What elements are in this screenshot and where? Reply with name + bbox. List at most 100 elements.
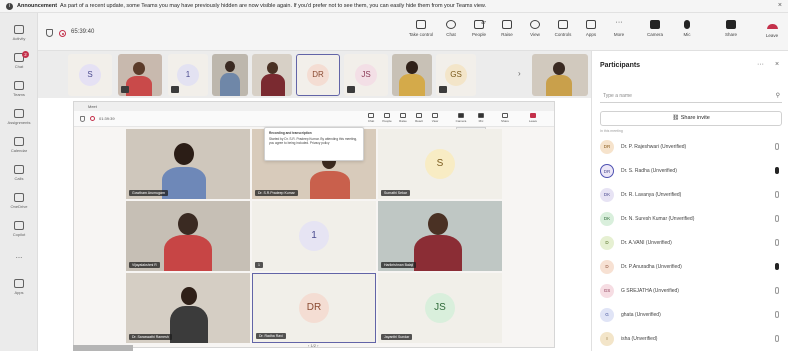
participant-row[interactable]: G ghata (Unverified) (598, 305, 784, 325)
avatar: D (600, 260, 614, 274)
strip-tile[interactable]: JS (344, 54, 388, 96)
mic-button[interactable]: Mic (674, 18, 700, 46)
rail-label: OneDrive (10, 204, 28, 209)
mic-icon (478, 113, 484, 118)
view-button[interactable]: View (522, 18, 548, 46)
share-icon (502, 113, 508, 118)
video-tile[interactable]: Gowtham Arumugam (126, 129, 250, 199)
take-control-button[interactable]: Take control (408, 18, 434, 46)
participant-row[interactable]: DR Dr. S. Radha (Unverified) (598, 161, 784, 181)
share-button[interactable]: Share (718, 18, 744, 46)
participant-row[interactable]: I isha (Unverified) (598, 329, 784, 349)
apps-icon (14, 279, 24, 288)
camera-button[interactable]: Camera (642, 18, 668, 46)
rail-item-apps[interactable]: Apps (0, 277, 38, 301)
video-tile[interactable]: JS Jayanthi Sundar (378, 273, 502, 343)
control-label: Share (500, 119, 509, 123)
avatar: JS (425, 293, 455, 323)
control-label: View (530, 32, 540, 37)
strip-tile[interactable]: GS (436, 54, 476, 96)
video-tile[interactable]: Vijayalakshmi R (126, 201, 250, 271)
raise-hand-button[interactable]: Raise (494, 18, 520, 46)
strip-tile[interactable] (532, 54, 588, 96)
controls-icon (558, 20, 568, 29)
announcement-banner: i Announcement As part of a recent updat… (0, 0, 788, 13)
control-label: React (415, 119, 423, 123)
rail-item-teams[interactable]: Teams (0, 79, 38, 103)
participant-name: Sumathi Sekar (381, 190, 410, 196)
rail-item-assignments[interactable]: Assignments (0, 107, 38, 131)
take-control-icon (416, 20, 426, 29)
more-icon: ... (15, 251, 23, 260)
avatar: DR (307, 64, 329, 86)
link-icon: ⛓ (672, 115, 680, 121)
chevron-right-icon[interactable]: › (518, 69, 521, 78)
apps-button[interactable]: Apps (578, 18, 604, 46)
shield-icon (80, 116, 85, 122)
people-button[interactable]: 47 People (466, 18, 492, 46)
participant-row[interactable]: GS G SREJATHA (Unverified) (598, 281, 784, 301)
shared-share-control: Share (498, 113, 512, 126)
strip-tile[interactable] (118, 54, 162, 96)
leave-button[interactable]: Leave (760, 21, 784, 45)
video-tile[interactable]: 1 1 (252, 201, 376, 271)
participant-row[interactable]: D Dr. A.VANI (Unverified) (598, 233, 784, 253)
strip-tile[interactable]: 1 (168, 54, 208, 96)
rail-label: Copilot (12, 232, 26, 237)
video-tile[interactable]: Harikrishnan Balaji (378, 201, 502, 271)
search-icon: ⚲ (775, 93, 780, 99)
participant-row[interactable]: DK Dr. R. Lavanya (Unverified) (598, 185, 784, 205)
rail-item-calls[interactable]: Calls (0, 163, 38, 187)
participant-name: Dr. R. Lavanya (Unverified) (621, 192, 682, 198)
participant-row[interactable]: DR Dr. P. Rajeshwari (Unverified) (598, 137, 784, 157)
close-icon[interactable]: × (775, 61, 779, 68)
video-tile[interactable]: Dr. Saraswathi Ramesh (126, 273, 250, 343)
strip-tile[interactable] (392, 54, 432, 96)
controls-button[interactable]: Controls (550, 18, 576, 46)
mic-off-icon (775, 287, 779, 294)
control-label: Camera (455, 119, 467, 123)
rail-item-chat[interactable]: 2 Chat (0, 51, 38, 75)
strip-tile[interactable] (252, 54, 292, 96)
chat-button[interactable]: Chat (438, 18, 464, 46)
camera-icon (650, 20, 660, 29)
share-invite-button[interactable]: ⛓ Share invite (600, 111, 782, 126)
unread-badge: 2 (22, 51, 29, 58)
strip-tile-selected[interactable]: DR (296, 54, 340, 96)
share-invite-label: Share invite (680, 115, 710, 121)
rail-item-copilot[interactable]: Copilot (0, 219, 38, 243)
rail-item-activity[interactable]: Activity (0, 23, 38, 47)
participant-name: Dr. A.VANI (Unverified) (621, 240, 672, 246)
scrollbar[interactable] (73, 345, 133, 351)
phone-icon (14, 165, 24, 174)
more-button[interactable]: ··· More (606, 18, 632, 46)
video-tile[interactable]: S Sumathi Sekar (378, 129, 502, 199)
avatar: JS (355, 64, 377, 86)
strip-tile[interactable]: S (68, 54, 112, 96)
participant-name: 1 (255, 262, 263, 268)
video-tile-selected[interactable]: DR Dr. Radha Ravi (252, 273, 376, 343)
control-label: View (431, 119, 439, 123)
rail-item-calendar[interactable]: Calendar (0, 135, 38, 159)
participant-name: ghata (Unverified) (621, 312, 661, 318)
shared-leave-control: Leave (526, 113, 540, 126)
participant-name: G SREJATHA (Unverified) (621, 288, 679, 294)
control-label: Leave (528, 119, 538, 123)
participant-strip: S 1 DR JS GS › (38, 51, 591, 98)
rail-item-more[interactable]: ... (0, 249, 38, 273)
rail-item-onedrive[interactable]: OneDrive (0, 191, 38, 215)
participant-name: isha (Unverified) (621, 336, 658, 342)
rail-label: Activity (12, 36, 26, 41)
recording-icon (90, 116, 95, 121)
participant-name: Dr. Radha Ravi (256, 333, 286, 339)
participant-row[interactable]: D Dr. P.Anuradha (Unverified) (598, 257, 784, 277)
video-badge (439, 86, 447, 93)
more-options-icon[interactable]: ··· (757, 61, 764, 68)
close-icon[interactable]: × (778, 2, 782, 9)
strip-tile[interactable] (212, 54, 248, 96)
video-badge (347, 86, 355, 93)
participant-search-input[interactable]: Type a name ⚲ (600, 89, 782, 103)
rail-label: Chat (14, 64, 24, 69)
participant-row[interactable]: DK Dr. N. Suresh Kumar (Unverified) (598, 209, 784, 229)
copilot-icon (14, 221, 24, 230)
